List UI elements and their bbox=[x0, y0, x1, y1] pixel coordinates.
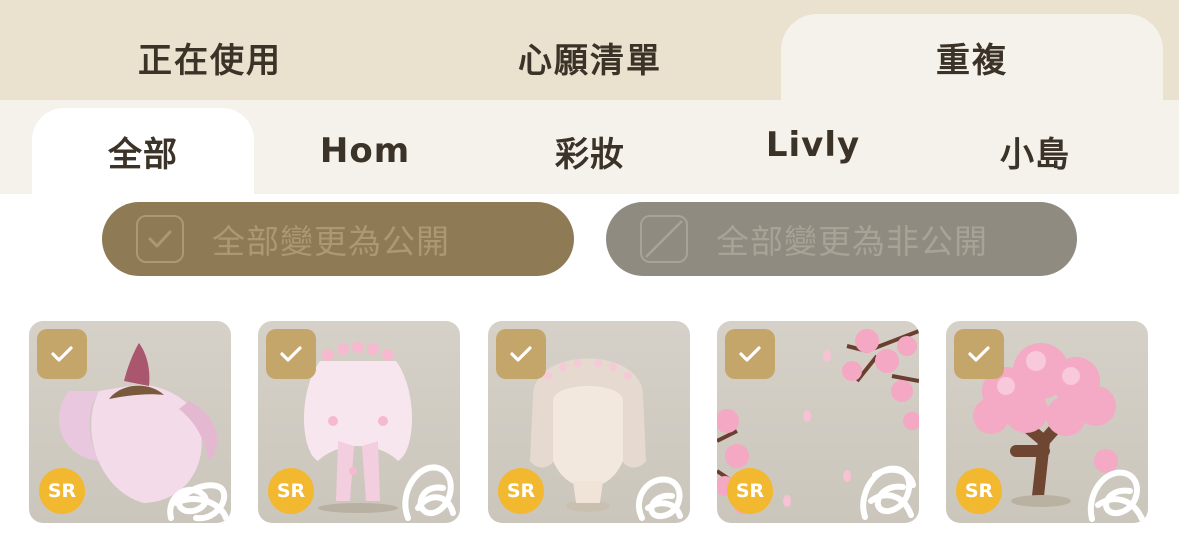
rarity-badge: SR bbox=[39, 468, 85, 514]
tab-hom[interactable]: Hom bbox=[290, 108, 440, 194]
tab-wishlist[interactable]: 心願清單 bbox=[440, 14, 740, 100]
item-card[interactable]: SR bbox=[29, 321, 231, 523]
tab-in-use[interactable]: 正在使用 bbox=[60, 14, 360, 100]
scribble-mark bbox=[860, 465, 916, 520]
item-card[interactable]: SR bbox=[946, 321, 1148, 523]
scribble-mark bbox=[635, 476, 683, 521]
make-all-private-button[interactable]: 全部變更為非公開 bbox=[606, 202, 1077, 276]
rarity-badge: SR bbox=[727, 468, 773, 514]
item-card[interactable]: SR bbox=[488, 321, 690, 523]
scribble-mark bbox=[167, 482, 229, 522]
checked-icon[interactable] bbox=[37, 329, 87, 379]
scribble-mark bbox=[402, 464, 456, 521]
checkbox-icon bbox=[136, 215, 184, 263]
tab-livly[interactable]: Livly bbox=[738, 102, 888, 188]
rarity-badge: SR bbox=[498, 468, 544, 514]
scribble-mark bbox=[1087, 469, 1145, 522]
category-tab-bar: 全部 Hom 彩妝 Livly 小島 bbox=[0, 100, 1179, 194]
tab-all[interactable]: 全部 bbox=[32, 108, 254, 194]
make-all-public-button[interactable]: 全部變更為公開 bbox=[102, 202, 574, 276]
checked-icon[interactable] bbox=[266, 329, 316, 379]
item-card[interactable]: SR bbox=[717, 321, 919, 523]
checked-icon[interactable] bbox=[496, 329, 546, 379]
top-tab-bar: 正在使用 心願清單 重複 bbox=[0, 0, 1179, 100]
tab-duplicates[interactable]: 重複 bbox=[781, 14, 1163, 100]
item-card[interactable]: SR bbox=[258, 321, 460, 523]
checked-icon[interactable] bbox=[725, 329, 775, 379]
make-all-public-label: 全部變更為公開 bbox=[212, 222, 450, 261]
make-all-private-label: 全部變更為非公開 bbox=[716, 222, 988, 261]
tab-makeup[interactable]: 彩妝 bbox=[515, 108, 665, 194]
tab-island[interactable]: 小島 bbox=[960, 108, 1110, 194]
slash-box-icon bbox=[640, 215, 688, 263]
rarity-badge: SR bbox=[956, 468, 1002, 514]
rarity-badge: SR bbox=[268, 468, 314, 514]
checked-icon[interactable] bbox=[954, 329, 1004, 379]
